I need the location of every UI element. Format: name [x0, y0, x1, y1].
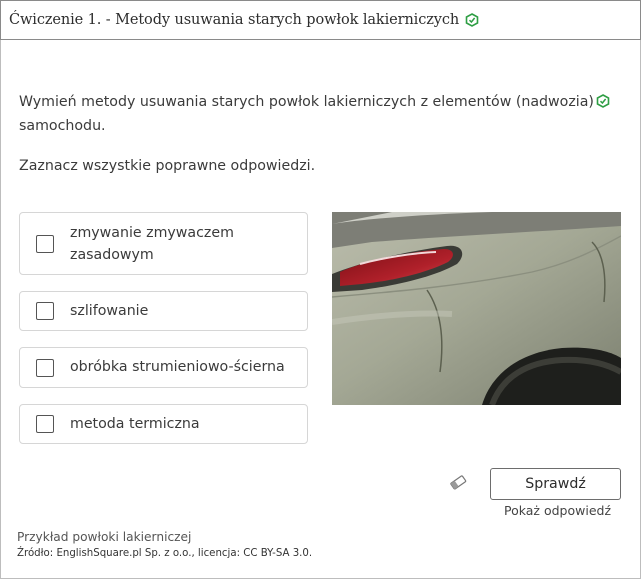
- option-szlifowanie[interactable]: szlifowanie: [19, 291, 308, 331]
- option-zmywanie[interactable]: zmywanie zmywaczem zasadowym: [19, 212, 308, 275]
- checkbox[interactable]: [36, 302, 54, 320]
- image-source: Źródło: EnglishSquare.pl Sp. z o.o., lic…: [17, 548, 313, 559]
- checkbox[interactable]: [36, 415, 54, 433]
- question-line2: samochodu.: [19, 118, 106, 134]
- option-label: metoda termiczna: [70, 416, 200, 432]
- eraser-icon[interactable]: [449, 474, 467, 490]
- car-paint-photo: [332, 212, 621, 405]
- option-label: zmywanie zmywaczem zasadowym: [70, 225, 234, 263]
- exercise-title: Ćwiczenie 1. - Metody usuwania starych p…: [9, 12, 460, 28]
- question-line1: Wymień metody usuwania starych powłok la…: [19, 94, 594, 110]
- question-text: Wymień metody usuwania starych powłok la…: [19, 90, 619, 138]
- exercise-header: Ćwiczenie 1. - Metody usuwania starych p…: [0, 0, 641, 40]
- green-hexagon-icon: [465, 13, 479, 27]
- instruction-text: Zaznacz wszystkie poprawne odpowiedzi.: [19, 158, 316, 174]
- option-obrobka[interactable]: obróbka strumieniowo-ścierna: [19, 347, 308, 388]
- green-hexagon-icon: [596, 94, 610, 108]
- option-termiczna[interactable]: metoda termiczna: [19, 404, 308, 444]
- car-illustration: [332, 212, 621, 405]
- checkbox[interactable]: [36, 235, 54, 253]
- show-answer-link[interactable]: Pokaż odpowiedź: [504, 503, 611, 518]
- option-label: obróbka strumieniowo-ścierna: [70, 359, 285, 375]
- option-label: szlifowanie: [70, 303, 149, 319]
- check-button[interactable]: Sprawdź: [490, 468, 621, 500]
- checkbox[interactable]: [36, 359, 54, 377]
- image-caption: Przykład powłoki lakierniczej: [17, 530, 192, 544]
